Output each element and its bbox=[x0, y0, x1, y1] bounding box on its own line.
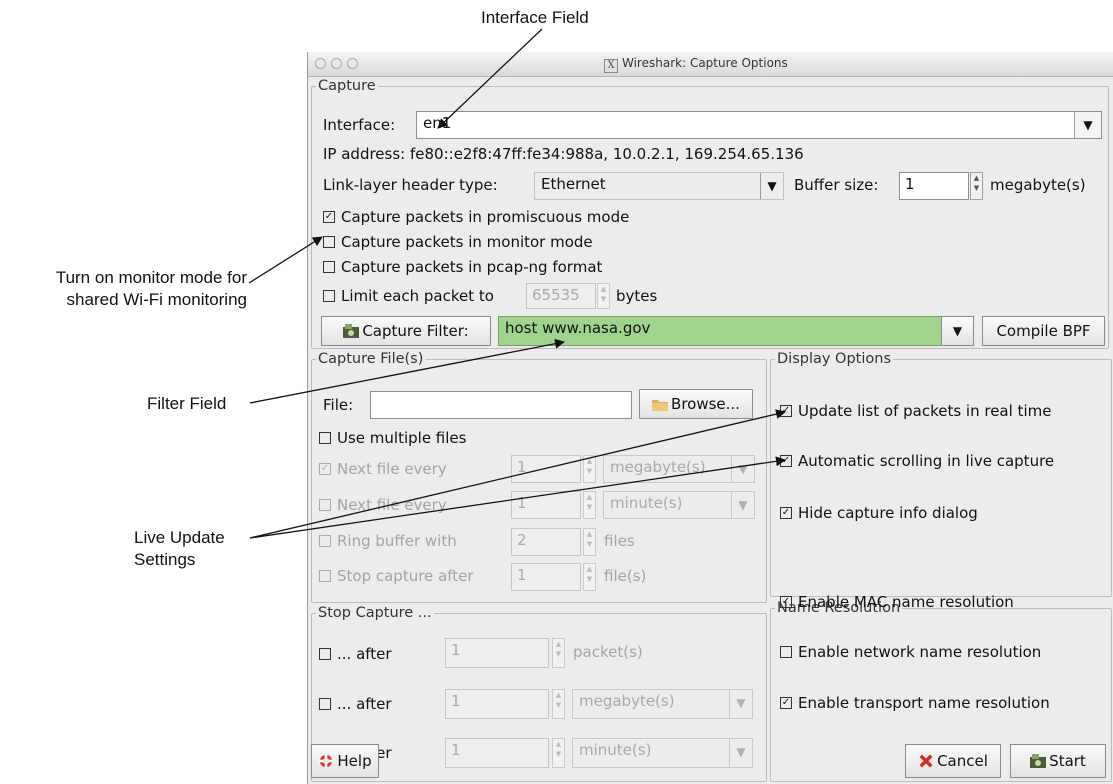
live-update-arrow-1 bbox=[249, 409, 786, 539]
interface-arrow bbox=[437, 28, 543, 129]
annotation-arrows bbox=[248, 28, 786, 539]
filter-arrow bbox=[249, 338, 565, 404]
live-update-arrow-2 bbox=[249, 456, 786, 539]
monitor-mode-arrow bbox=[248, 236, 323, 284]
